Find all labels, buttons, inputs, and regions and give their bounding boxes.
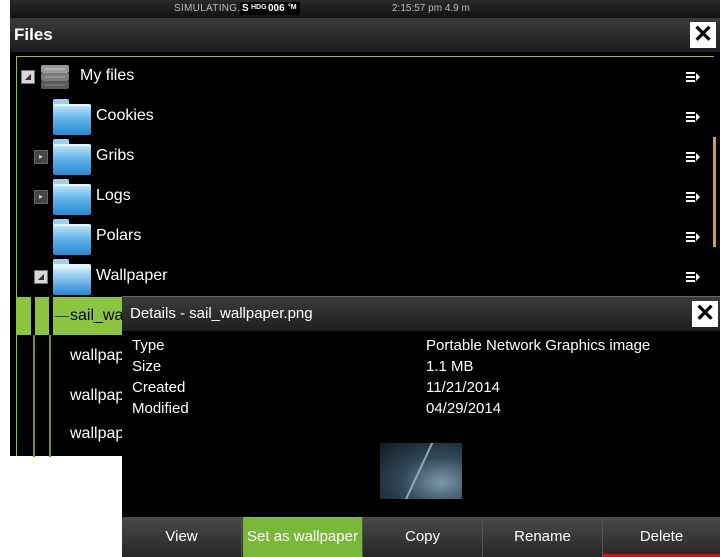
- folder-open-icon: [53, 259, 91, 295]
- item-menu-icon[interactable]: [686, 70, 700, 84]
- files-header: Files ✕: [10, 18, 720, 52]
- details-dialog: Details - sail_wallpaper.png ✕ Type Port…: [122, 296, 720, 557]
- tree-label: My files: [80, 67, 135, 84]
- expand-triangle-icon: ▸: [38, 192, 43, 201]
- time-depth-readout: 2:15:57 pm 4.9 m: [392, 3, 470, 14]
- tree-label: Logs: [96, 187, 131, 204]
- image-preview: [380, 443, 462, 499]
- item-menu-icon[interactable]: [686, 110, 700, 124]
- close-icon: ✕: [692, 21, 714, 48]
- tree-row-folder[interactable]: Polars: [17, 217, 707, 257]
- tree-row-folder[interactable]: ▸ Logs: [17, 177, 707, 217]
- dialog-title: Details - sail_wallpaper.png: [130, 305, 313, 322]
- collapse-triangle-icon: ◢: [24, 72, 32, 81]
- tree-label: Wallpaper: [96, 267, 168, 284]
- collapse-toggle[interactable]: ◢: [21, 70, 35, 84]
- property-value-modified: 04/29/2014: [426, 400, 502, 417]
- heading-readout: S HDG 006 °M: [240, 2, 300, 15]
- tree-row-folder[interactable]: ◢ Wallpaper: [17, 257, 707, 297]
- rename-button[interactable]: Rename: [483, 517, 603, 557]
- property-label-type: Type: [132, 337, 165, 354]
- status-bar: SIMULATING... S HDG 006 °M 2:15:57 pm 4.…: [10, 0, 720, 18]
- expand-toggle[interactable]: ▸: [34, 190, 48, 204]
- close-details-button[interactable]: ✕: [692, 301, 718, 327]
- list-item-selected[interactable]: sail_wallpaper.png: [17, 297, 202, 335]
- heading-prefix: S: [242, 3, 249, 14]
- heading-value: 006: [268, 3, 285, 14]
- folder-icon: [53, 219, 91, 255]
- heading-label: HDG: [251, 4, 267, 11]
- property-value-size: 1.1 MB: [426, 358, 474, 375]
- page-title: Files: [14, 25, 53, 44]
- tree-label: Polars: [96, 227, 142, 244]
- close-icon: ✕: [694, 300, 716, 327]
- list-item[interactable]: wallpaper: [17, 415, 138, 453]
- delete-button[interactable]: Delete: [603, 517, 720, 557]
- folder-icon: [53, 179, 91, 215]
- tree-row-folder[interactable]: Cookies: [17, 97, 707, 137]
- copy-button[interactable]: Copy: [363, 517, 483, 557]
- details-button-bar: View Set as wallpaper Copy Rename Delete: [122, 517, 720, 557]
- database-icon: [41, 65, 69, 89]
- scrollbar-thumb[interactable]: [713, 137, 716, 247]
- simulating-indicator: SIMULATING...: [174, 3, 247, 14]
- item-menu-icon[interactable]: [686, 150, 700, 164]
- item-menu-icon[interactable]: [686, 270, 700, 284]
- tree-row-folder[interactable]: ▸ Gribs: [17, 137, 707, 177]
- folder-icon: [53, 99, 91, 135]
- property-value-type: Portable Network Graphics image: [426, 337, 651, 354]
- tree-label: Gribs: [96, 147, 135, 164]
- details-header: Details - sail_wallpaper.png ✕: [122, 297, 720, 331]
- property-label-created: Created: [132, 379, 186, 396]
- property-label-modified: Modified: [132, 400, 189, 417]
- close-files-button[interactable]: ✕: [690, 22, 716, 48]
- item-menu-icon[interactable]: [686, 190, 700, 204]
- tree-label: Cookies: [96, 107, 154, 124]
- tree-row-my-files[interactable]: ◢ My files: [17, 57, 707, 97]
- property-label-size: Size: [132, 358, 162, 375]
- collapse-triangle-icon: ◢: [37, 272, 45, 281]
- list-item[interactable]: wallpaper: [17, 337, 138, 375]
- set-as-wallpaper-button[interactable]: Set as wallpaper: [243, 517, 363, 557]
- heading-unit: °M: [288, 4, 297, 11]
- expand-toggle[interactable]: ▸: [34, 150, 48, 164]
- view-button[interactable]: View: [122, 517, 242, 557]
- property-value-created: 11/21/2014: [426, 379, 500, 396]
- item-menu-icon[interactable]: [686, 230, 700, 244]
- expand-triangle-icon: ▸: [38, 152, 43, 161]
- list-item[interactable]: wallpaper: [17, 377, 138, 415]
- collapse-toggle[interactable]: ◢: [34, 270, 48, 284]
- folder-icon: [53, 139, 91, 175]
